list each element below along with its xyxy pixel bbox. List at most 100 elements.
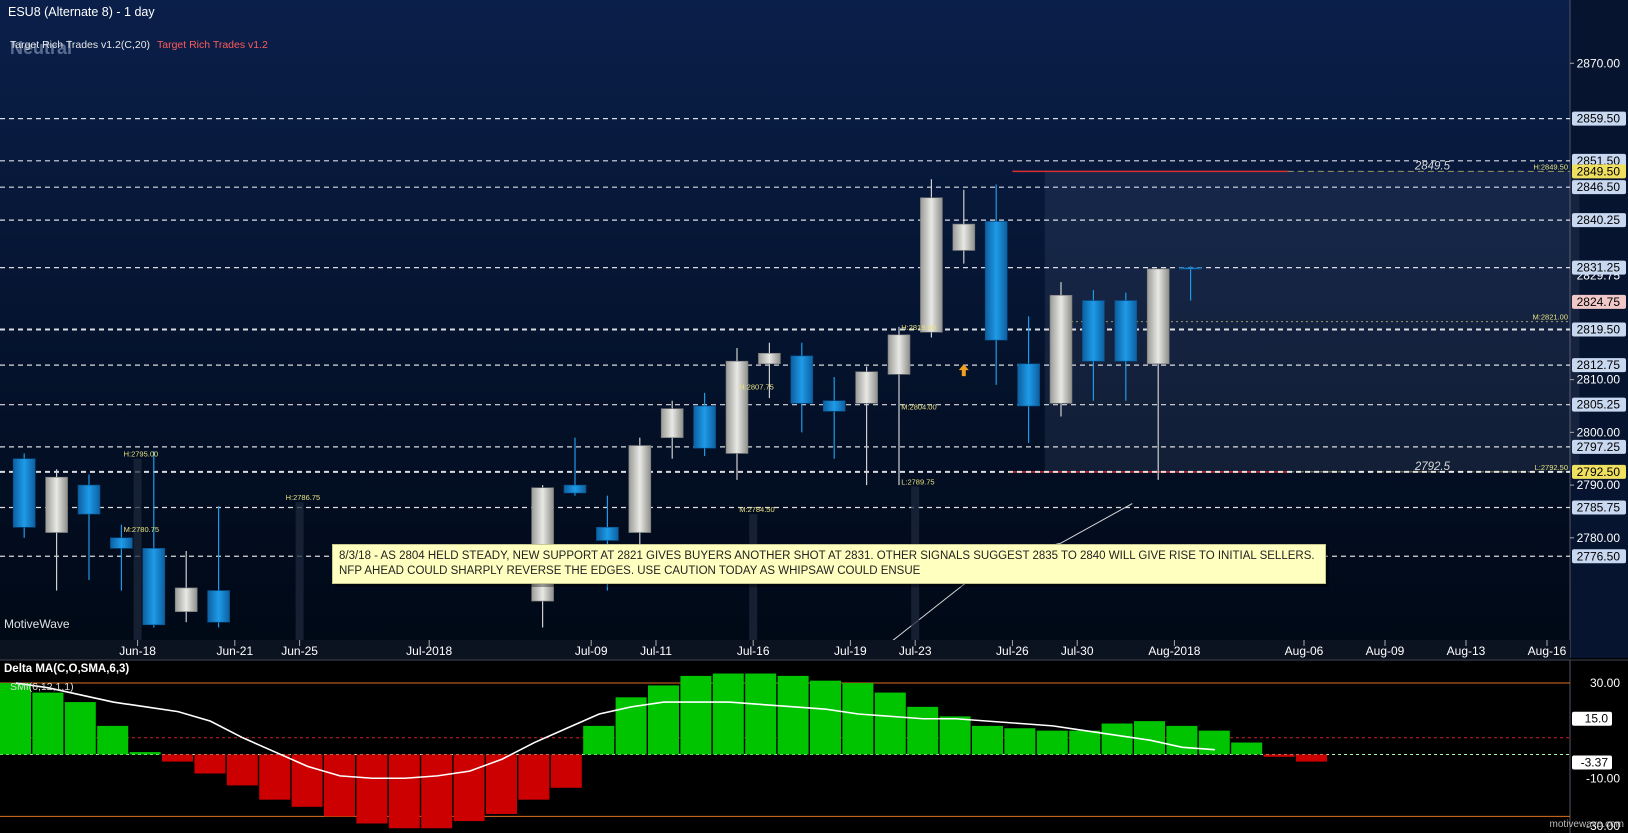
time-tick-label: Jun-21: [216, 644, 253, 658]
osc-bar-positive: [0, 683, 31, 755]
osc-bar-positive: [1036, 730, 1068, 755]
up-candle: [887, 334, 911, 375]
time-tick-label: Jul-30: [1061, 644, 1094, 658]
osc-value-label: -3.37: [1581, 755, 1609, 769]
price-annotation: L:2792.50: [1535, 463, 1568, 472]
osc-bar-positive: [648, 685, 679, 755]
osc-bar-positive: [1101, 723, 1133, 755]
osc-bar-negative: [1296, 754, 1327, 762]
price-level-label: 2849.50: [1577, 164, 1621, 178]
osc-bar-positive: [972, 725, 1003, 755]
price-level-label: 2840.25: [1577, 213, 1621, 227]
osc-bar-negative: [453, 754, 485, 822]
time-tick-label: Jul-16: [737, 644, 770, 658]
price-level-label: 2792.50: [1577, 465, 1621, 479]
time-tick-label: Aug-13: [1447, 644, 1486, 658]
price-level-label: 2812.75: [1577, 358, 1621, 372]
smi-label: SMI(6,12,1,1): [10, 681, 74, 693]
osc-bar-negative: [259, 754, 291, 800]
swing-column: [295, 502, 304, 658]
up-candle: [660, 408, 684, 438]
price-annotation: H:2795.00: [124, 450, 159, 459]
price-level-label: 2797.25: [1577, 440, 1621, 454]
up-candle: [758, 352, 781, 365]
osc-bar-negative: [356, 754, 388, 824]
time-tick-label: Aug-2018: [1148, 644, 1200, 658]
osc-bar-positive: [583, 725, 615, 755]
osc-bar-negative: [550, 754, 582, 788]
osc-bar-negative: [324, 754, 355, 817]
up-candle: [725, 360, 749, 454]
time-tick-label: Jul-2018: [406, 644, 452, 658]
osc-bar-positive: [1166, 725, 1198, 755]
osc-bar-positive: [712, 673, 744, 755]
down-candle: [142, 548, 166, 626]
osc-tick-label: 30.00: [1590, 676, 1620, 690]
price-annotation: H:2786.75: [286, 493, 321, 502]
osc-bar-positive: [1004, 728, 1036, 755]
osc-bar-positive: [680, 675, 712, 755]
swing-column: [133, 458, 142, 658]
chart-title: ESU8 (Alternate 8) - 1 day: [8, 5, 155, 19]
price-annotation: H:2849.50: [1533, 162, 1568, 171]
price-tick-label: 2790.00: [1577, 478, 1621, 492]
time-tick-label: Jul-11: [640, 644, 672, 658]
down-candle: [12, 458, 36, 528]
up-candle: [45, 476, 68, 533]
osc-title: Delta MA(C,O,SMA,6,3): [4, 663, 130, 675]
price-annotation: H:2819.00: [901, 323, 936, 332]
osc-value-label: 15.0: [1585, 712, 1609, 726]
price-annotation: 2849.5: [1414, 160, 1451, 172]
osc-bar-positive: [1069, 730, 1101, 755]
osc-bar-positive: [1198, 730, 1230, 755]
price-annotation: H:2807.75: [739, 383, 774, 392]
up-candle: [920, 197, 943, 333]
price-tick-label: 2870.00: [1577, 56, 1621, 70]
price-level-label: 2785.75: [1577, 501, 1621, 515]
time-tick-label: Aug-06: [1285, 644, 1324, 658]
indicator-label-main: Target Rich Trades v1.2(C,20): [10, 39, 151, 51]
time-tick-label: Aug-09: [1366, 644, 1405, 658]
chart-stage: 2849.5 2792.5 H:2849.50 M:2821.00 L:2792.50 H…: [0, 0, 1628, 833]
down-candle: [790, 355, 814, 404]
down-candle: [1114, 300, 1138, 362]
analysis-note: 8/3/18 - AS 2804 HELD STEADY, NEW SUPPOR…: [332, 544, 1326, 584]
price-level-label: 2831.25: [1577, 261, 1621, 275]
price-annotation: M:2821.00: [1533, 313, 1568, 322]
chart-canvas: 2849.5 2792.5 H:2849.50 M:2821.00 L:2792.50 H…: [0, 0, 1628, 833]
down-candle: [693, 405, 716, 449]
up-candle: [855, 371, 878, 404]
price-annotation: M:2784.50: [739, 505, 774, 514]
time-tick-label: Aug-16: [1528, 644, 1567, 658]
price-level-label: 2819.50: [1577, 323, 1621, 337]
down-candle: [1017, 363, 1040, 407]
indicator-label: Target Rich Trades v1.2(C,20) Target Ric…: [10, 39, 268, 51]
osc-bar-positive: [1231, 742, 1263, 755]
osc-bar-negative: [226, 754, 258, 786]
osc-bar-positive: [874, 692, 906, 755]
time-tick-label: Jul-23: [899, 644, 932, 658]
down-candle: [984, 221, 1008, 341]
price-annotation: L:2789.75: [901, 477, 934, 486]
price-annotation: M:2804.00: [901, 402, 936, 411]
down-candle: [1179, 267, 1202, 270]
price-tick-label: 2800.00: [1577, 425, 1621, 439]
osc-bar-positive: [745, 673, 777, 755]
up-candle: [628, 445, 652, 533]
price-level-label: 2805.25: [1577, 398, 1621, 412]
up-candle: [1146, 268, 1170, 365]
osc-bar-negative: [388, 754, 420, 829]
price-level-label: 2776.50: [1577, 549, 1621, 563]
osc-bar-positive: [777, 675, 809, 755]
osc-bar-negative: [291, 754, 323, 807]
osc-bar-negative: [421, 754, 453, 829]
down-candle: [1082, 300, 1105, 362]
up-candle: [1049, 294, 1073, 404]
osc-bar-negative: [162, 754, 193, 762]
price-level-label: 2859.50: [1577, 112, 1621, 126]
swing-column: [749, 514, 758, 658]
price-annotation: 2792.5: [1414, 461, 1451, 473]
motivewave-watermark: MotiveWave: [4, 617, 70, 631]
price-tick-label: 2810.00: [1577, 373, 1621, 387]
down-candle: [77, 484, 101, 515]
